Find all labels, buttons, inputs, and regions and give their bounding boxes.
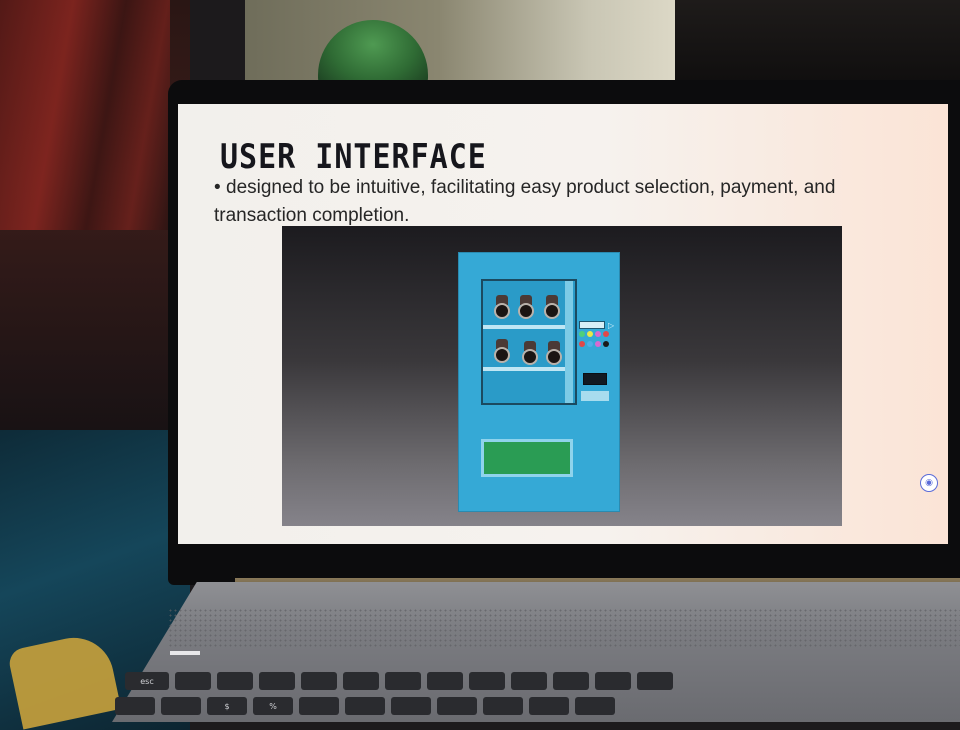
presenter-icon[interactable]: ◉ bbox=[920, 474, 938, 492]
key[interactable] bbox=[217, 672, 253, 690]
vending-machine-body: ▷ bbox=[458, 252, 620, 512]
slide-bullet-text: designed to be intuitive, facilitating e… bbox=[214, 177, 836, 226]
vending-dispense-tray bbox=[481, 439, 573, 477]
bullet-marker: • bbox=[214, 177, 221, 198]
vending-key bbox=[595, 341, 601, 347]
key[interactable] bbox=[637, 672, 673, 690]
laptop-screen: USER INTERFACE • designed to be intuitive… bbox=[178, 104, 948, 544]
product-bottle bbox=[521, 341, 539, 367]
key[interactable] bbox=[553, 672, 589, 690]
vending-machine-window bbox=[481, 279, 577, 405]
key[interactable] bbox=[175, 672, 211, 690]
key[interactable] bbox=[437, 697, 477, 715]
vending-key bbox=[587, 331, 593, 337]
key[interactable] bbox=[385, 672, 421, 690]
vending-key bbox=[587, 341, 593, 347]
key[interactable] bbox=[575, 697, 615, 715]
slide-image-vending-machine: ▷ bbox=[282, 226, 842, 526]
key[interactable] bbox=[259, 672, 295, 690]
key[interactable] bbox=[469, 672, 505, 690]
speaker-grille bbox=[168, 608, 960, 648]
vending-key bbox=[579, 331, 585, 337]
vending-key bbox=[595, 331, 601, 337]
power-indicator bbox=[170, 651, 200, 655]
vending-card-slot bbox=[581, 391, 609, 401]
vending-key bbox=[579, 341, 585, 347]
vending-divider bbox=[481, 403, 573, 405]
key-dollar[interactable]: $ bbox=[207, 697, 247, 715]
key[interactable] bbox=[115, 697, 155, 715]
key[interactable] bbox=[301, 672, 337, 690]
key[interactable] bbox=[529, 697, 569, 715]
key[interactable] bbox=[391, 697, 431, 715]
vending-key bbox=[603, 341, 609, 347]
keyboard-row-function: esc bbox=[125, 672, 673, 690]
vending-side-strip bbox=[565, 281, 573, 403]
key[interactable] bbox=[345, 697, 385, 715]
key[interactable] bbox=[161, 697, 201, 715]
product-bottle bbox=[517, 295, 535, 321]
key-esc[interactable]: esc bbox=[125, 672, 169, 690]
vending-arrow-icon: ▷ bbox=[608, 321, 615, 330]
key[interactable] bbox=[511, 672, 547, 690]
product-bottle bbox=[545, 341, 563, 367]
background-window bbox=[245, 0, 675, 82]
product-bottle bbox=[543, 295, 561, 321]
product-bottle bbox=[493, 295, 511, 321]
vending-coin-slot bbox=[583, 373, 607, 385]
slide-title: USER INTERFACE bbox=[220, 138, 487, 178]
slide-bullet: • designed to be intuitive, facilitating … bbox=[214, 174, 904, 230]
vending-display bbox=[579, 321, 605, 329]
key[interactable] bbox=[427, 672, 463, 690]
key[interactable] bbox=[595, 672, 631, 690]
vending-key bbox=[603, 331, 609, 337]
key[interactable] bbox=[483, 697, 523, 715]
keyboard-row-number: $ % bbox=[115, 697, 615, 715]
vending-shelf bbox=[483, 367, 571, 371]
key-percent[interactable]: % bbox=[253, 697, 293, 715]
vending-shelf bbox=[483, 325, 571, 329]
key[interactable] bbox=[299, 697, 339, 715]
product-bottle bbox=[493, 339, 511, 365]
key[interactable] bbox=[343, 672, 379, 690]
background-curtain bbox=[0, 0, 170, 230]
